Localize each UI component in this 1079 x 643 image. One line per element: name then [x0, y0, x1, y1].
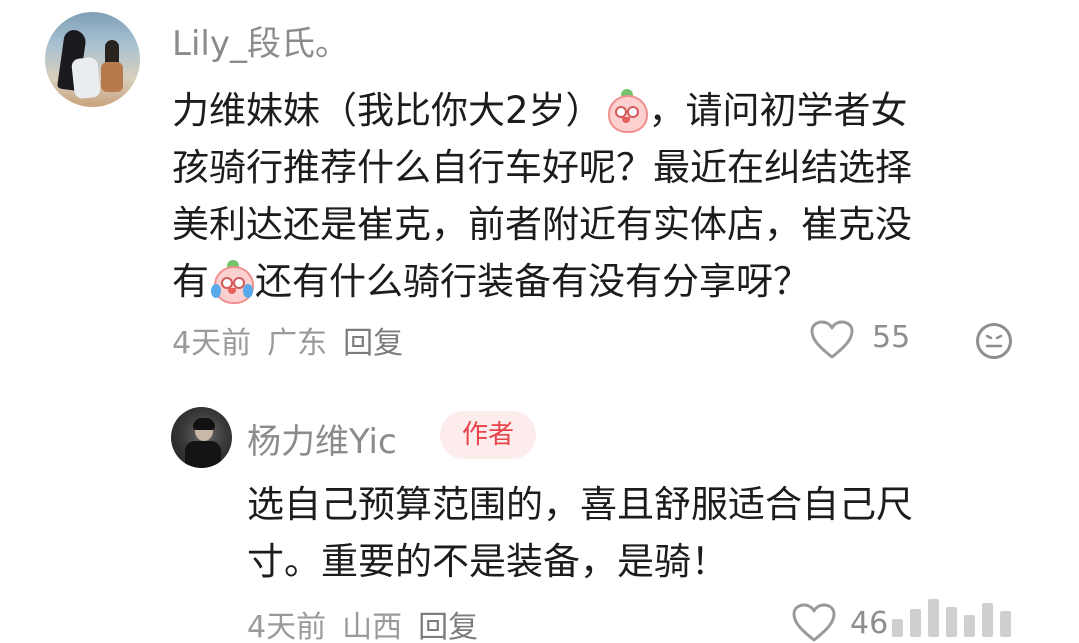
heart-icon[interactable] — [810, 320, 854, 360]
comment-line: 力维妹妹（我比你大2岁） ，请问初学者女 — [172, 89, 908, 133]
comment-line: 孩骑行推荐什么自行车好呢？最近在纠结选择 — [172, 146, 912, 189]
reply-button[interactable]: 回复 — [418, 610, 478, 643]
reply-line: 选自己预算范围的，喜且舒服适合自己尺 — [247, 483, 913, 526]
reply-line: 寸。重要的不是装备，是骑！ — [247, 540, 728, 583]
like-count: 55 — [872, 320, 911, 355]
reply-button[interactable]: 回复 — [343, 326, 403, 361]
username[interactable]: Lily_段氏。 — [172, 16, 349, 65]
comment-line: 美利达还是崔克，前者附近有实体店，崔克没 — [172, 203, 912, 246]
reply-location: 山西 — [342, 610, 403, 643]
emoji-react-icon[interactable] — [975, 322, 1013, 360]
reply-body: 选自己预算范围的，喜且舒服适合自己尺 寸。重要的不是装备，是骑！ — [247, 476, 913, 590]
heart-icon[interactable] — [792, 603, 836, 643]
shy-peach-emoji-icon — [605, 89, 648, 133]
comment-meta: 4天前 广东 回复 — [172, 318, 419, 362]
author-badge: 作者 — [440, 411, 536, 459]
author-username[interactable]: 杨力维Yic — [247, 414, 397, 463]
comment-location: 广东 — [267, 326, 328, 361]
reply-time: 4天前 — [247, 610, 327, 643]
reply-meta: 4天前 山西 回复 — [247, 602, 494, 643]
user-avatar[interactable] — [45, 12, 140, 107]
comment-time: 4天前 — [172, 326, 252, 361]
comment-body: 力维妹妹（我比你大2岁） ，请问初学者女 孩骑行推荐什么自行车好呢？最近在纠结选择… — [172, 82, 912, 310]
author-avatar[interactable] — [171, 407, 232, 468]
crying-peach-emoji-icon — [211, 260, 254, 304]
watermark-logo — [880, 597, 1020, 643]
comment-thread: Lily_段氏。 力维妹妹（我比你大2岁） ，请问初学者女 孩骑行推荐什么自行车好… — [0, 0, 1079, 643]
comment-line: 有还有什么骑行装备有没有分享呀？ — [172, 260, 810, 304]
